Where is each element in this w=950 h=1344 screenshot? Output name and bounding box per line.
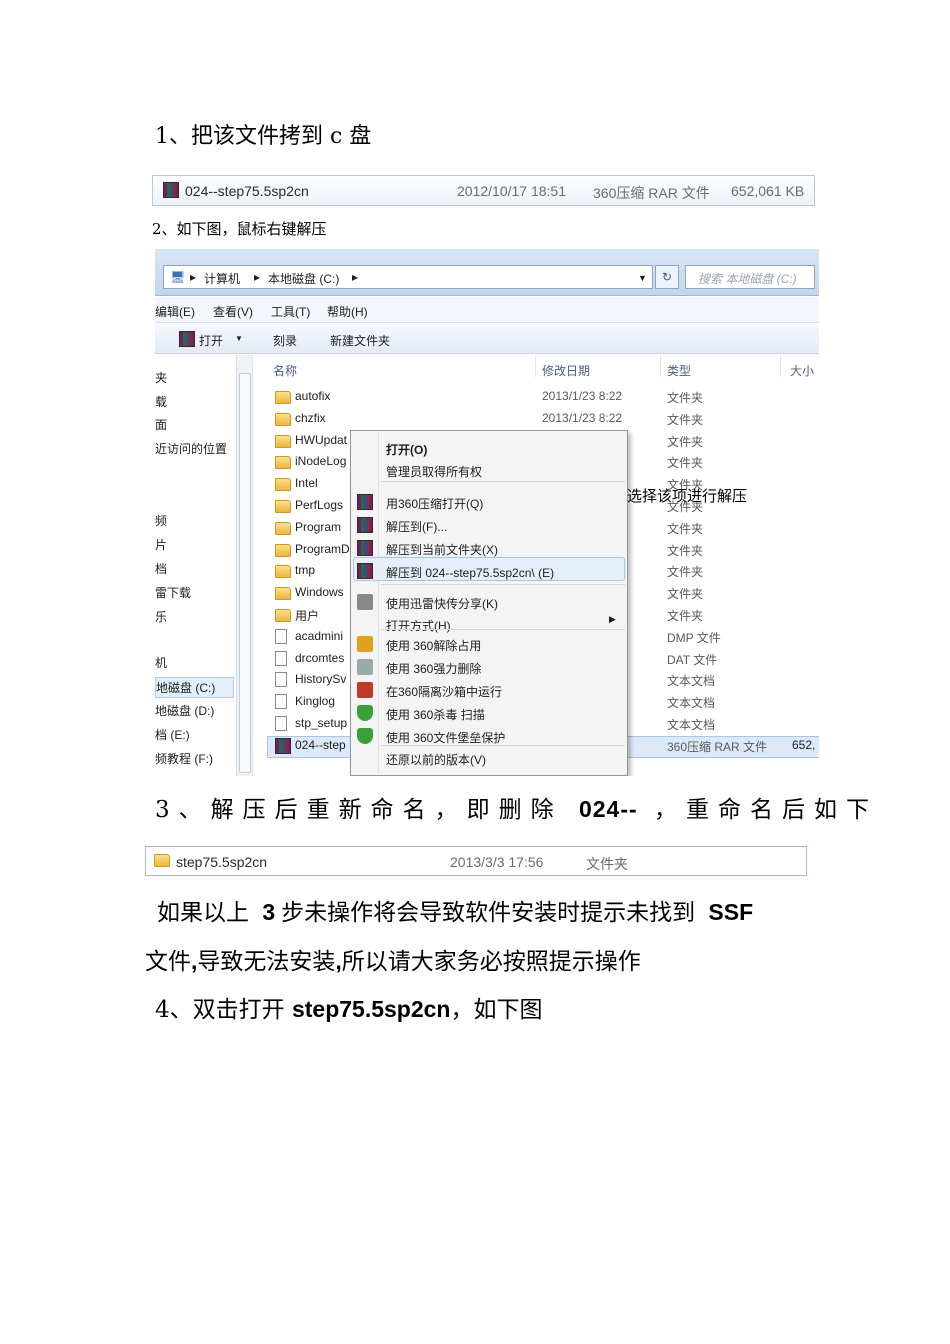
step4-text: 4、双击打开 step75.5sp2cn，如下图 xyxy=(155,996,543,1023)
file-row-rar: 024--step75.5sp2cn 2012/10/17 18:51 360压… xyxy=(152,175,815,206)
file-size: 652,061 KB xyxy=(731,183,805,199)
menu-tools[interactable]: 工具(T) xyxy=(271,303,310,320)
nav-item[interactable]: 近访问的位置 xyxy=(155,440,227,457)
file-row-folder: step75.5sp2cn 2013/3/3 17:56 文件夹 xyxy=(145,846,807,876)
context-menu-item[interactable]: 使用 360强力删除 xyxy=(386,660,481,677)
header-type[interactable]: 类型 xyxy=(667,362,691,379)
unlock-icon xyxy=(357,636,373,652)
menu-help[interactable]: 帮助(H) xyxy=(327,303,368,320)
rar-archive-icon xyxy=(357,563,373,579)
nav-item[interactable]: 档 xyxy=(155,560,167,577)
search-input[interactable]: 搜索 本地磁盘 (C:) xyxy=(685,265,815,289)
context-menu-item[interactable]: 使用 360解除占用 xyxy=(386,637,481,654)
nav-item[interactable]: 夹 xyxy=(155,369,167,386)
column-divider xyxy=(660,355,661,377)
callout-annotation: 选择该项进行解压 xyxy=(627,487,748,505)
folder-icon xyxy=(154,854,170,867)
nav-item[interactable]: 频 xyxy=(155,512,167,529)
folder-type: 文件夹 xyxy=(586,856,628,872)
nav-item[interactable]: 片 xyxy=(155,536,167,553)
context-menu-item[interactable]: 解压到(F)... xyxy=(386,518,447,535)
open-button[interactable]: 打开 xyxy=(199,332,223,349)
context-menu-item[interactable]: 使用迅雷快传分享(K) xyxy=(386,595,498,612)
column-divider xyxy=(780,355,781,377)
nav-item[interactable]: 雷下载 xyxy=(155,584,191,601)
nav-item[interactable]: 面 xyxy=(155,416,167,433)
context-menu-item[interactable]: 在360隔离沙箱中运行 xyxy=(386,683,502,700)
table-row[interactable] xyxy=(267,387,817,407)
warning-paragraph: 如果以上 3 步未操作将会导致软件安装时提示未找到 SSF 文件,导致无法安装,所… xyxy=(145,899,754,975)
explorer-screenshot: 🖥 ▸ 计算机 ▸ 本地磁盘 (C:) ▸ ▼ ↻ 搜索 本地磁盘 (C:) 编… xyxy=(155,249,819,776)
nav-item[interactable]: 载 xyxy=(155,393,167,410)
file-name: 024--step75.5sp2cn xyxy=(185,183,309,199)
step3-bold: 024-- xyxy=(578,796,638,822)
submenu-arrow-icon: ▶ xyxy=(609,614,616,624)
breadcrumb-computer[interactable]: 计算机 xyxy=(204,270,240,287)
rar-archive-icon xyxy=(163,182,179,198)
rar-archive-icon xyxy=(357,540,373,556)
header-modified[interactable]: 修改日期 xyxy=(542,362,590,379)
header-name[interactable]: 名称 xyxy=(273,362,297,379)
command-bar: 打开 ▼ 刻录 新建文件夹 xyxy=(155,324,819,354)
refresh-icon[interactable]: ↻ xyxy=(655,265,679,289)
nav-item-drive-c[interactable]: 地磁盘 (C:) xyxy=(155,677,235,698)
menu-bar: 编辑(E) 查看(V) 工具(T) 帮助(H) xyxy=(155,297,819,323)
context-menu-item[interactable]: 还原以前的版本(V) xyxy=(386,751,486,768)
breadcrumb-sep-icon: ▸ xyxy=(352,270,359,284)
file-date: 2012/10/17 18:51 xyxy=(457,183,566,199)
step2-text: 2、如下图，鼠标右键解压 xyxy=(152,220,327,238)
context-menu-item[interactable]: 解压到 024--step75.5sp2cn\ (E) xyxy=(386,564,554,581)
rar-archive-icon xyxy=(179,331,195,347)
step3-post: ，重命名后如下 xyxy=(653,797,878,823)
context-menu-item[interactable]: 解压到当前文件夹(X) xyxy=(386,541,498,558)
folder-name: step75.5sp2cn xyxy=(176,854,268,870)
menu-separator xyxy=(381,745,625,746)
computer-icon: 🖥 xyxy=(170,270,186,284)
burn-button[interactable]: 刻录 xyxy=(273,332,297,349)
menu-gutter xyxy=(378,433,379,773)
new-folder-button[interactable]: 新建文件夹 xyxy=(330,332,390,349)
sandbox-icon xyxy=(357,682,373,698)
menu-view[interactable]: 查看(V) xyxy=(213,303,253,320)
shield-icon xyxy=(357,728,373,744)
chevron-down-icon[interactable]: ▼ xyxy=(235,334,243,343)
breadcrumb-drive[interactable]: 本地磁盘 (C:) xyxy=(268,270,339,287)
shield-icon xyxy=(357,705,373,721)
nav-item[interactable]: 机 xyxy=(155,654,167,671)
address-bar[interactable]: 🖥 ▸ 计算机 ▸ 本地磁盘 (C:) ▸ ▼ xyxy=(163,265,653,289)
folder-date: 2013/3/3 17:56 xyxy=(450,854,544,870)
shredder-icon xyxy=(357,659,373,675)
step3-text: 3、解压后重新命名，即删除 024-- ，重命名后如下 xyxy=(155,790,878,824)
column-divider xyxy=(535,355,536,377)
scrollbar-thumb[interactable] xyxy=(239,373,251,773)
chevron-down-icon[interactable]: ▼ xyxy=(638,273,647,283)
menu-separator xyxy=(381,629,625,630)
menu-separator xyxy=(381,481,625,482)
nav-scrollbar[interactable] xyxy=(236,355,252,776)
rar-archive-icon xyxy=(357,517,373,533)
context-menu-item[interactable]: 打开方式(H) xyxy=(386,617,451,634)
share-icon xyxy=(357,594,373,610)
nav-item[interactable]: 频教程 (F:) xyxy=(155,750,213,767)
nav-item[interactable]: 乐 xyxy=(155,608,167,625)
rar-archive-icon xyxy=(357,494,373,510)
nav-item[interactable]: 档 (E:) xyxy=(155,726,190,743)
breadcrumb-sep-icon: ▸ xyxy=(190,270,197,284)
step1-text: 1、把该文件拷到 c 盘 xyxy=(155,124,372,149)
context-menu-item[interactable]: 用360压缩打开(Q) xyxy=(386,495,483,512)
address-bar-area: 🖥 ▸ 计算机 ▸ 本地磁盘 (C:) ▸ ▼ ↻ 搜索 本地磁盘 (C:) xyxy=(155,249,819,296)
header-size[interactable]: 大小 xyxy=(790,362,814,379)
breadcrumb-sep-icon: ▸ xyxy=(254,270,261,284)
table-row[interactable] xyxy=(267,409,817,429)
file-type: 360压缩 RAR 文件 xyxy=(593,185,710,201)
nav-item[interactable]: 地磁盘 (D:) xyxy=(155,702,214,719)
menu-edit[interactable]: 编辑(E) xyxy=(155,303,195,320)
context-menu: 打开(O) 管理员取得所有权 用360压缩打开(Q) 解压到(F)... 解压到当前文件… xyxy=(350,430,628,776)
step3-pre: 3、解压后重新命名，即删除 xyxy=(155,797,563,823)
context-menu-item[interactable]: 管理员取得所有权 xyxy=(386,463,482,480)
context-menu-item[interactable]: 打开(O) xyxy=(386,441,427,458)
context-menu-item[interactable]: 使用 360杀毒 扫描 xyxy=(386,706,485,723)
context-menu-item[interactable]: 使用 360文件堡垒保护 xyxy=(386,729,505,746)
menu-separator xyxy=(381,584,625,585)
